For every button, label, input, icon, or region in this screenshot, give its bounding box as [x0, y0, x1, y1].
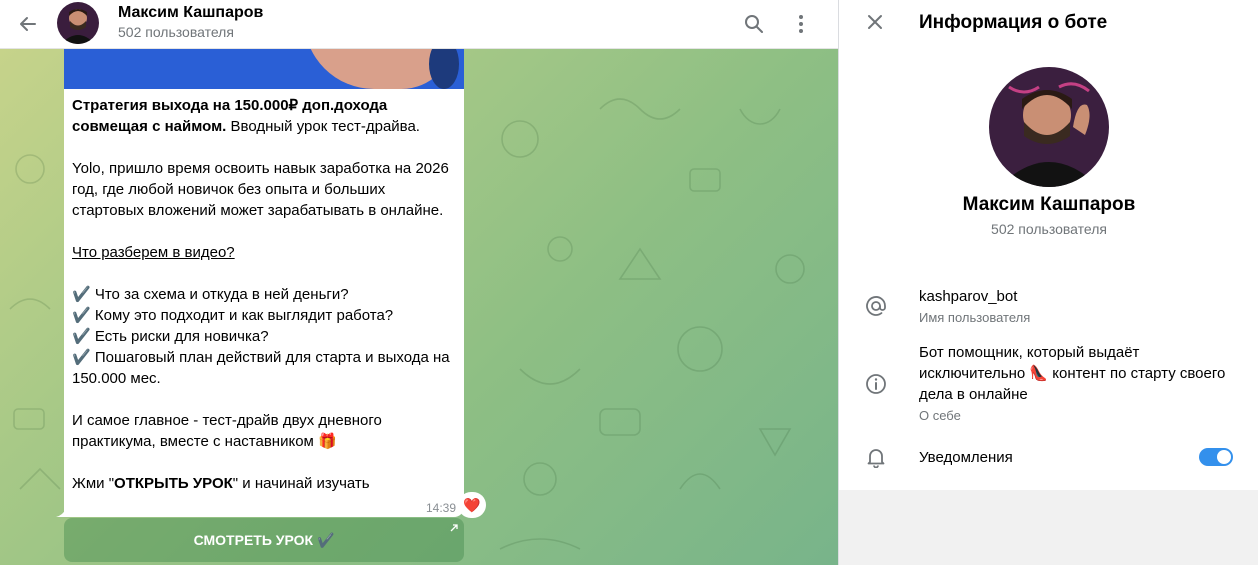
- message-intro-rest: Вводный урок тест-драйва.: [226, 118, 420, 135]
- checkmark-icon: ✔️: [72, 328, 91, 345]
- heart-icon: ❤️: [463, 496, 481, 513]
- bell-icon: [863, 444, 889, 470]
- message-paragraph: Yolo, пришло время освоить навык заработ…: [72, 160, 449, 219]
- checklist-item: ✔️ Есть риски для новичка?: [72, 326, 458, 347]
- chat-pane: Максим Кашпаров 502 пользователя Стратег…: [0, 0, 838, 565]
- checklist-item: ✔️ Что за схема и откуда в ней деньги?: [72, 284, 458, 305]
- cta-suffix: " и начинай изучать: [232, 475, 370, 492]
- checklist-item: ✔️ Пошаговый план действий для старта и …: [72, 347, 458, 389]
- heart-reaction[interactable]: ❤️: [458, 492, 486, 518]
- chat-title[interactable]: Максим Кашпаров: [118, 4, 263, 22]
- username-label: Имя пользователя: [919, 310, 1031, 325]
- back-arrow-icon[interactable]: [14, 10, 42, 38]
- avatar[interactable]: [57, 2, 99, 44]
- checklist-item-text: Пошаговый план действий для старта и вых…: [72, 349, 450, 387]
- message-bubble[interactable]: Стратегия выхода на 150.000₽ доп.дохода …: [64, 49, 464, 517]
- bot-name: Максим Кашпаров: [962, 194, 1136, 215]
- chat-subtitle: 502 пользователя: [118, 24, 234, 40]
- username-value[interactable]: kashparov_bot: [919, 286, 1017, 307]
- checklist-item-text: Есть риски для новичка?: [94, 328, 269, 345]
- about-label: О себе: [919, 408, 961, 423]
- checklist-item-text: Что за схема и откуда в ней деньги?: [94, 286, 349, 303]
- checkmark-icon: ✔️: [72, 349, 91, 366]
- bot-subscribers: 502 пользователя: [991, 221, 1107, 237]
- cta-bold: ОТКРЫТЬ УРОК: [114, 475, 233, 492]
- search-icon[interactable]: [740, 10, 768, 38]
- message-section-heading: Что разберем в видео?: [72, 244, 235, 261]
- checkmark-icon: ✔️: [72, 286, 91, 303]
- close-icon[interactable]: [861, 8, 889, 36]
- panel-title: Информация о боте: [919, 12, 1108, 33]
- avatar[interactable]: [989, 67, 1109, 187]
- chat-header: Максим Кашпаров 502 пользователя: [0, 0, 838, 49]
- watch-lesson-button[interactable]: СМОТРЕТЬ УРОК ✔️: [64, 518, 464, 562]
- bot-info-card: Информация о боте Максим Кашпаров 502 по…: [839, 0, 1258, 490]
- about-text: Бот помощник, который выдаёт исключитель…: [919, 342, 1229, 405]
- shoe-icon: 👠: [1029, 365, 1049, 382]
- message-text: Стратегия выхода на 150.000₽ доп.дохода …: [72, 95, 458, 494]
- message-media-preview[interactable]: [64, 49, 464, 89]
- message-time: 14:39: [426, 501, 457, 515]
- checkmark-icon: ✔️: [72, 307, 91, 324]
- external-link-icon: [450, 524, 458, 535]
- more-vertical-icon[interactable]: [787, 10, 815, 38]
- notifications-label: Уведомления: [919, 449, 1013, 466]
- checklist-item: ✔️ Кому это подходит и как выглядит рабо…: [72, 305, 458, 326]
- watch-lesson-label: СМОТРЕТЬ УРОК ✔️: [193, 531, 335, 548]
- checklist-item-text: Кому это подходит и как выглядит работа?: [94, 307, 394, 324]
- toggle-knob: [1217, 450, 1231, 464]
- cta-prefix: Жми ": [72, 475, 115, 492]
- bot-info-panel: Информация о боте Максим Кашпаров 502 по…: [838, 0, 1258, 565]
- info-icon: [863, 371, 889, 397]
- gift-icon: 🎁: [318, 433, 337, 450]
- notifications-toggle[interactable]: [1199, 448, 1233, 466]
- at-sign-icon: [863, 293, 889, 319]
